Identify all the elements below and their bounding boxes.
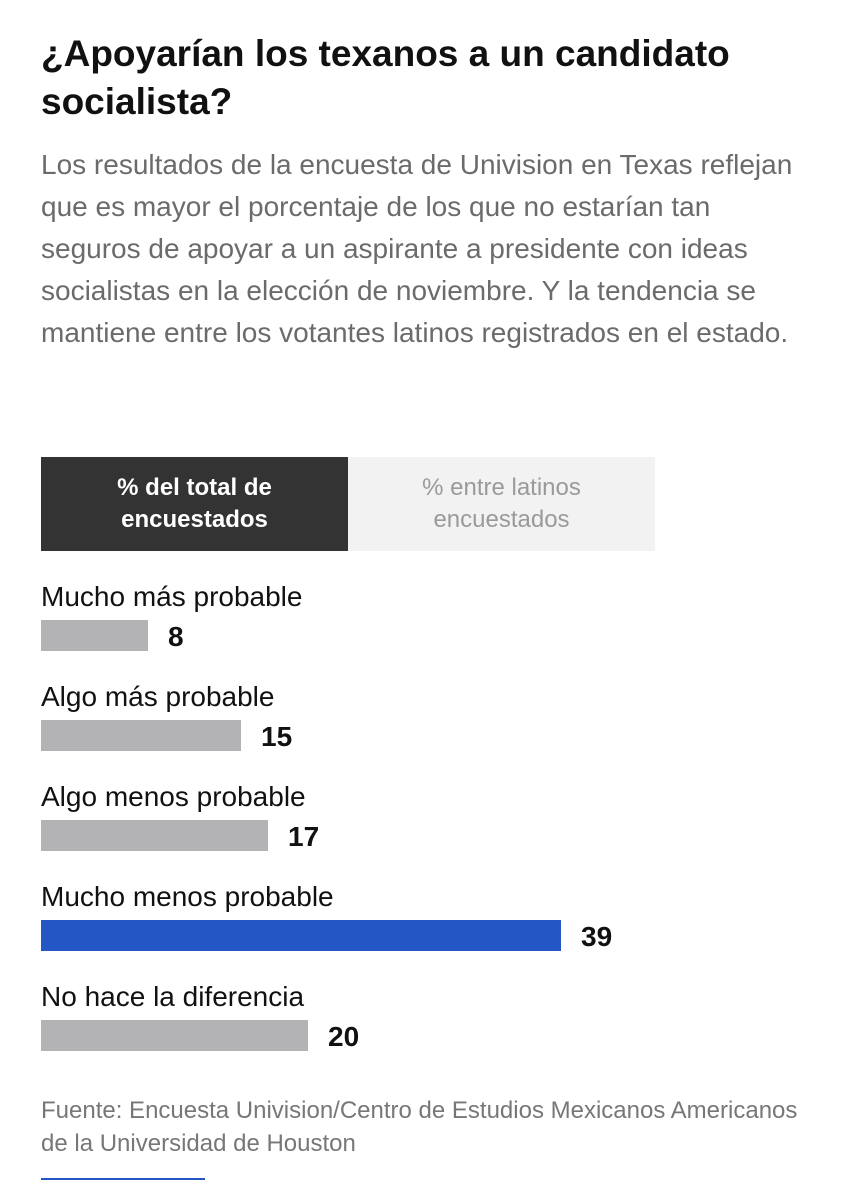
- bar-value-label: 17: [288, 821, 319, 852]
- bar-chart: Mucho más probable 8 Algo más probable 15 Al…: [41, 576, 811, 1066]
- page-title: ¿Apoyarían los texanos a un candidato so…: [41, 33, 730, 122]
- bar: [41, 620, 148, 651]
- bar-category-label: Algo más probable: [41, 681, 274, 712]
- bar-value-label: 39: [581, 921, 612, 952]
- tab-latino-respondents[interactable]: % entre latinos encuestados: [348, 457, 655, 551]
- bar: [41, 920, 561, 951]
- bar-chart-svg: Mucho más probable 8 Algo más probable 15 Al…: [41, 581, 612, 1052]
- bar-category-label: Mucho menos probable: [41, 881, 334, 912]
- bar: [41, 1020, 308, 1051]
- tab-total-respondents[interactable]: % del total de encuestados: [41, 457, 348, 551]
- bar-value-label: 8: [168, 621, 184, 652]
- bar-value-label: 20: [328, 1021, 359, 1052]
- bar: [41, 820, 268, 851]
- bar-category-label: No hace la diferencia: [41, 981, 304, 1012]
- chart-description: Los resultados de la encuesta de Univisi…: [41, 149, 793, 348]
- view-tabs: % del total de encuestados % entre latin…: [41, 457, 655, 551]
- bar-category-label: Algo menos probable: [41, 781, 306, 812]
- bar-category-label: Mucho más probable: [41, 581, 302, 612]
- bar-value-label: 15: [261, 721, 292, 752]
- bar: [41, 720, 241, 751]
- graphic-container: ¿Apoyarían los texanos a un candidato so…: [41, 30, 811, 1180]
- source-underline: [41, 1178, 205, 1180]
- source-note: Fuente: Encuesta Univision/Centro de Est…: [41, 1097, 798, 1157]
